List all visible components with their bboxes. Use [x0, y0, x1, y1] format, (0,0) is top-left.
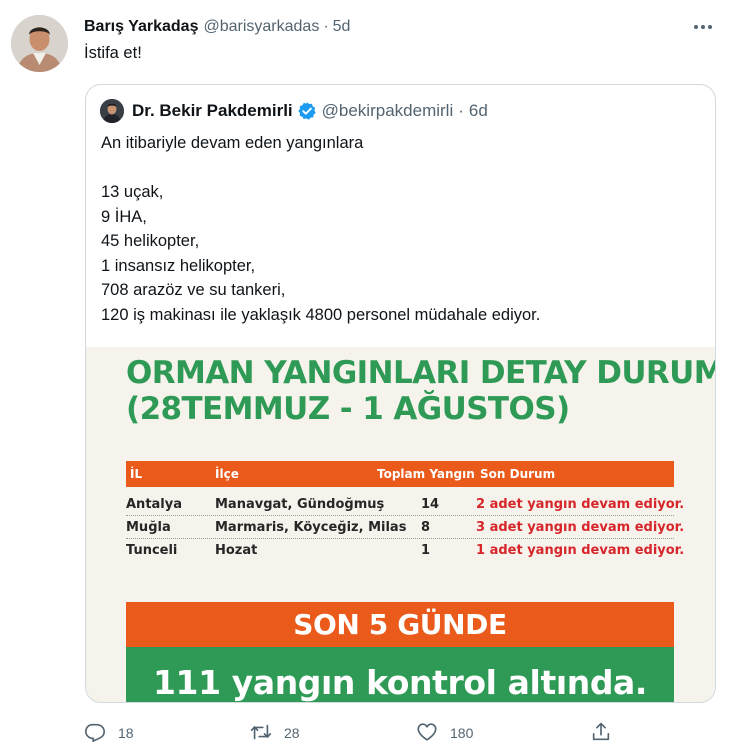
quoted-tweet-header: Dr. Bekir Pakdemirli @bekirpakdemirli · …: [132, 98, 488, 124]
quoted-tweet-text: An itibariyle devam eden yangınlara 13 u…: [101, 131, 701, 327]
quoted-tweet[interactable]: Dr. Bekir Pakdemirli @bekirpakdemirli · …: [85, 84, 716, 703]
tweet-action-bar: 18 28 180: [0, 718, 734, 748]
reply-button[interactable]: 18: [84, 718, 134, 748]
tweet-timestamp[interactable]: 5d: [333, 18, 351, 36]
cell-il: Muğla: [126, 520, 171, 535]
column-header-toplam: Toplam Yangın: [377, 467, 475, 481]
quoted-text-line: An itibariyle devam eden yangınlara: [101, 134, 364, 152]
retweet-count: 28: [284, 725, 300, 741]
quoted-text-line: 708 arazöz ve su tankeri,: [101, 281, 286, 299]
quoted-text-line: 120 iş makinası ile yaklaşık 4800 person…: [101, 305, 541, 324]
quoted-text-line: 13 uçak,: [101, 183, 164, 201]
cell-ilce: Marmaris, Köyceğiz, Milas: [215, 520, 407, 535]
cell-il: Antalya: [126, 497, 183, 512]
infographic-banner-bottom: 111 yangın kontrol altında.: [126, 647, 674, 702]
more-icon[interactable]: [690, 16, 716, 38]
like-button[interactable]: 180: [416, 718, 473, 748]
quoted-text-line: 1 insansız helikopter,: [101, 256, 256, 275]
separator-dot: ·: [458, 101, 464, 120]
cell-total: 1: [421, 543, 431, 558]
quoted-text-blank-line: [101, 156, 701, 181]
cell-status: 3 adet yangın devam ediyor.: [476, 520, 685, 535]
author-avatar[interactable]: [11, 15, 68, 72]
infographic-title: ORMAN YANGINLARI DETAY DURUMU: [126, 355, 716, 391]
share-button[interactable]: [590, 718, 612, 748]
infographic-banner-top: SON 5 GÜNDE: [126, 602, 674, 647]
quoted-text-line: 45 helikopter,: [101, 232, 200, 250]
retweet-icon: [250, 721, 272, 746]
cell-status: 1 adet yangın devam ediyor.: [476, 543, 685, 558]
reply-icon: [84, 721, 106, 746]
infographic-table-header: İL İlçe Toplam Yangın Son Durum: [126, 461, 674, 487]
cell-il: Tunceli: [126, 543, 178, 558]
quoted-tweet-image[interactable]: ORMAN YANGINLARI DETAY DURUMU (28TEMMUZ …: [86, 347, 716, 702]
author-name[interactable]: Barış Yarkadaş: [84, 18, 198, 36]
column-header-il: İL: [130, 467, 143, 481]
cell-total: 14: [421, 497, 440, 512]
quoted-author-avatar: [100, 99, 124, 123]
cell-status: 2 adet yangın devam ediyor.: [476, 497, 685, 512]
separator-dot: ·: [323, 18, 329, 35]
table-row: Muğla Marmaris, Köyceğiz, Milas 8 3 adet…: [126, 516, 684, 538]
like-count: 180: [450, 725, 474, 741]
tweet-header: Barış Yarkadaş @barisyarkadas · 5d: [84, 17, 350, 37]
quoted-text-line: 9 İHA,: [101, 207, 147, 226]
quoted-tweet-timestamp: 6d: [468, 101, 488, 120]
tweet-text: İstifa et!: [84, 44, 142, 62]
cell-ilce: Hozat: [215, 543, 258, 558]
verified-badge-icon: [297, 101, 317, 121]
author-handle[interactable]: @barisyarkadas: [203, 18, 319, 36]
quoted-author-name: Dr. Bekir Pakdemirli: [132, 101, 293, 120]
column-header-ilce: İlçe: [215, 467, 239, 481]
like-icon: [416, 721, 438, 746]
quoted-author-handle: @bekirpakdemirli: [321, 101, 454, 120]
retweet-button[interactable]: 28: [250, 718, 300, 748]
table-row: Tunceli Hozat 1 1 adet yangın devam ediy…: [126, 539, 684, 561]
table-row: Antalya Manavgat, Gündoğmuş 14 2 adet ya…: [126, 493, 684, 515]
column-header-durum: Son Durum: [480, 467, 556, 481]
cell-total: 8: [421, 520, 431, 535]
cell-ilce: Manavgat, Gündoğmuş: [215, 497, 385, 512]
reply-count: 18: [118, 725, 134, 741]
infographic-subtitle: (28TEMMUZ - 1 AĞUSTOS): [126, 391, 570, 427]
share-icon: [590, 721, 612, 746]
